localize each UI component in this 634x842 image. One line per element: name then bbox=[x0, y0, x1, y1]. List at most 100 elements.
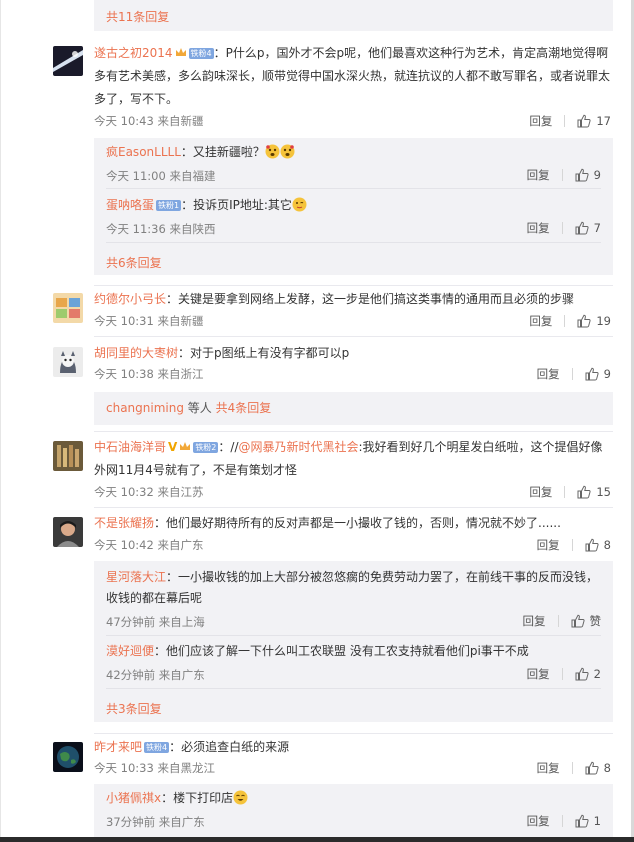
like-count: 9 bbox=[593, 168, 601, 182]
sub-reply-panel: 疯EasonLLLL：又挂新疆啦？ 今天 11:00 来自福建 回复 9 蛋呐咯… bbox=[94, 138, 613, 275]
thumbs-up-icon bbox=[571, 614, 585, 628]
reply-button[interactable]: 回复 bbox=[527, 667, 550, 681]
like-button[interactable]: 17 bbox=[577, 114, 611, 128]
thumbs-up-icon bbox=[585, 538, 599, 552]
thumbs-up-icon bbox=[577, 485, 591, 499]
like-button[interactable]: 19 bbox=[577, 314, 611, 328]
username-link[interactable]: 中石油海洋哥 bbox=[94, 440, 166, 454]
more-replies-link[interactable]: 共6条回复 bbox=[106, 254, 162, 271]
like-button[interactable]: 9 bbox=[585, 367, 611, 381]
thumbs-up-icon bbox=[575, 814, 589, 828]
reply-button[interactable]: 回复 bbox=[527, 221, 550, 235]
avatar[interactable] bbox=[53, 517, 83, 547]
avatar[interactable] bbox=[53, 293, 83, 323]
sub-reply-actions: 回复 1 bbox=[527, 814, 601, 828]
reply-button[interactable]: 回复 bbox=[537, 761, 560, 775]
comment-text-line: 多了，写不下。 bbox=[94, 92, 179, 106]
more-replies-link[interactable]: 共3条回复 bbox=[106, 700, 162, 717]
username-link[interactable]: 不是张耀扬 bbox=[94, 516, 154, 530]
comment-meta: 今天 10:33 来自黑龙江 bbox=[94, 761, 215, 775]
crown-icon bbox=[179, 438, 191, 450]
like-button[interactable]: 7 bbox=[575, 221, 601, 235]
like-button[interactable]: 15 bbox=[577, 485, 611, 499]
sub-reply-body: ：他们应该了解一下什么叫工农联盟 没有工农支持就看他们pi事干不成 bbox=[154, 644, 529, 658]
sub-divider bbox=[106, 188, 601, 189]
username-link[interactable]: 漠好迴便 bbox=[106, 644, 154, 658]
like-button[interactable]: 8 bbox=[585, 538, 611, 552]
comment-meta: 今天 10:31 来自新疆 bbox=[94, 314, 204, 328]
comment-actions: 回复 17 bbox=[529, 114, 611, 128]
username-link[interactable]: 昨才来吧 bbox=[94, 740, 142, 754]
reply-button[interactable]: 回复 bbox=[523, 614, 546, 628]
username-link[interactable]: 胡同里的大枣树 bbox=[94, 346, 178, 360]
bottom-bar bbox=[0, 837, 634, 842]
comment-divider bbox=[94, 733, 613, 734]
comment-meta: 今天 10:32 来自江苏 bbox=[94, 485, 204, 499]
like-count: 2 bbox=[593, 667, 601, 681]
divider bbox=[571, 368, 573, 380]
divider bbox=[557, 615, 559, 627]
sub-reply-panel: 星河落大江：一小撮收钱的加上大部分被忽悠瘸的免费劳动力罢了，在前线干事的反而没钱… bbox=[94, 561, 613, 722]
reply-button[interactable]: 回复 bbox=[529, 485, 552, 499]
sub-reply-text-line: 收钱的都在幕后呢 bbox=[106, 591, 203, 605]
username-link[interactable]: 遂古之初2014 bbox=[94, 46, 173, 60]
comment-meta: 今天 10:42 来自广东 bbox=[94, 538, 204, 552]
comment-body: ：关键是要拿到网络上发酵，这一步是他们搞这类事情的通用而且必须的步骤 bbox=[166, 292, 575, 306]
comment-actions: 回复 8 bbox=[537, 761, 611, 775]
avatar[interactable] bbox=[53, 46, 83, 76]
comment-divider bbox=[94, 507, 613, 508]
username-link[interactable]: 蛋呐咯蛋 bbox=[106, 198, 154, 212]
username-link[interactable]: 疯EasonLLLL bbox=[106, 145, 181, 159]
divider bbox=[561, 222, 563, 234]
verified-icon: V bbox=[168, 440, 178, 454]
like-button[interactable]: 8 bbox=[585, 761, 611, 775]
comment-meta: 今天 10:38 来自浙江 bbox=[94, 367, 204, 381]
mention-link[interactable]: @网暴乃新时代黑社会 bbox=[239, 440, 359, 454]
username-link[interactable]: 小猪佩祺x bbox=[106, 791, 161, 805]
comment-body: ：对于p图纸上有没有字都可以p bbox=[178, 346, 350, 360]
like-button[interactable]: 1 bbox=[575, 814, 601, 828]
comment-body: ：P什么p，国外才不会p呢，他们最喜欢这种行为艺术，肯定高潮地觉得啊 bbox=[213, 46, 609, 60]
thumbs-up-icon bbox=[577, 114, 591, 128]
comment-divider bbox=[94, 431, 613, 432]
avatar[interactable] bbox=[53, 347, 83, 377]
thumbs-up-icon bbox=[585, 761, 599, 775]
divider bbox=[561, 169, 563, 181]
username-link[interactable]: changniming bbox=[106, 401, 184, 415]
reply-button[interactable]: 回复 bbox=[527, 814, 550, 828]
like-count: 9 bbox=[603, 367, 611, 381]
reply-button[interactable]: 回复 bbox=[527, 168, 550, 182]
username-link[interactable]: 星河落大江 bbox=[106, 570, 166, 584]
like-button[interactable]: 9 bbox=[575, 168, 601, 182]
divider bbox=[564, 315, 566, 327]
more-replies-link[interactable]: 共4条回复 bbox=[216, 401, 272, 415]
comment-text-line: 多有艺术美感，多么韵味深长，顺带觉得中国水深火热，就连抗议的人都不敢写罪名，或者… bbox=[94, 69, 611, 83]
avatar[interactable] bbox=[53, 441, 83, 471]
divider bbox=[571, 539, 573, 551]
reply-button[interactable]: 回复 bbox=[529, 314, 552, 328]
fan-badge: 铁粉1 bbox=[156, 200, 182, 211]
comment-text: 中石油海洋哥 V 铁粉2 ：//@网暴乃新时代黑社会:我好看到好几个明星发白纸啦，这个… bbox=[94, 437, 614, 458]
emoji-icon bbox=[233, 790, 248, 805]
sub-reply-body: ：又挂新疆啦？ bbox=[180, 145, 265, 159]
reply-button[interactable]: 回复 bbox=[529, 114, 552, 128]
username-link[interactable]: 约德尔小弓长 bbox=[94, 292, 166, 306]
sub-reply-body: ：一小撮收钱的加上大部分被忽悠瘸的免费劳动力罢了，在前线干事的反而没钱， bbox=[166, 570, 599, 584]
sub-reply-actions: 回复 7 bbox=[527, 221, 601, 235]
more-replies-link[interactable]: 共11条回复 bbox=[106, 8, 169, 25]
divider bbox=[561, 668, 563, 680]
reply-button[interactable]: 回复 bbox=[537, 367, 560, 381]
divider bbox=[561, 815, 563, 827]
like-count: 8 bbox=[603, 761, 611, 775]
like-button[interactable]: 赞 bbox=[571, 614, 601, 628]
avatar[interactable] bbox=[53, 742, 83, 772]
reply-button[interactable]: 回复 bbox=[537, 538, 560, 552]
like-count: 7 bbox=[593, 221, 601, 235]
comment-body: ：他们最好期待所有的反对声都是一小撮收了钱的，否则，情况就不妙了...... bbox=[154, 516, 561, 530]
sub-reply-body: ：楼下打印店 bbox=[161, 791, 234, 805]
like-count: 8 bbox=[603, 538, 611, 552]
comment-body-prefix: ：// bbox=[218, 440, 239, 454]
more-replies-text: 等人 bbox=[183, 401, 216, 415]
like-button[interactable]: 2 bbox=[575, 667, 601, 681]
fan-badge: 铁粉4 bbox=[144, 742, 170, 753]
